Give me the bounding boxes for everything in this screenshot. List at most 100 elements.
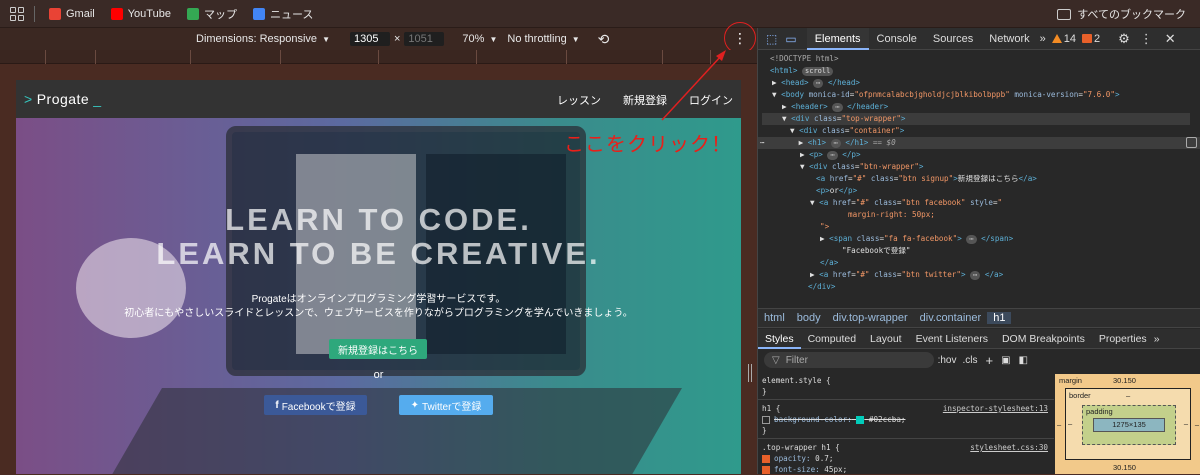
twitter-icon: ✦	[410, 399, 419, 411]
sidebar-toggle-icon[interactable]: ◧	[1019, 355, 1028, 366]
decl-checkbox[interactable]	[762, 455, 770, 463]
dom-header[interactable]: ▶ <header> ⋯ </header>	[782, 101, 888, 113]
crumb-html[interactable]: html	[758, 312, 791, 324]
dom-container[interactable]: ▼ <div class="container">	[790, 125, 904, 137]
filter-input[interactable]: ▽ Filter	[764, 352, 934, 368]
hov-toggle[interactable]: :hov	[938, 355, 957, 366]
color-swatch[interactable]	[856, 416, 865, 424]
border-right-value[interactable]: –	[1184, 419, 1188, 428]
tab-console[interactable]: Console	[869, 28, 925, 50]
border-left-value[interactable]: –	[1068, 419, 1072, 428]
kebab-menu-icon[interactable]: ⋮	[1140, 31, 1153, 47]
devtools-tabs: ⬚ ▭ Elements Console Sources Network » 1…	[758, 27, 1200, 50]
decl-checkbox[interactable]	[762, 416, 770, 424]
signup-button[interactable]: 新規登録はこちら	[329, 339, 427, 359]
dom-style-margin: margin-right: 50px;	[848, 210, 935, 219]
box-model: margin 30.150 – – border – – – padding 1…	[1055, 374, 1200, 474]
rule-h1-selector[interactable]: h1 {	[762, 404, 780, 413]
rule-tw-selector[interactable]: .top-wrapper h1 {	[762, 443, 840, 452]
dom-a-close: </a>	[820, 258, 839, 267]
dom-btn-wrapper[interactable]: ▼ <div class="btn-wrapper">	[800, 161, 923, 173]
paint-icon[interactable]: ▣	[1001, 355, 1010, 366]
crumb-body[interactable]: body	[791, 312, 827, 324]
tab-dom-breakpoints[interactable]: DOM Breakpoints	[995, 329, 1092, 349]
close-icon[interactable]: ✕	[1165, 31, 1176, 47]
more-tabs-icon[interactable]: »	[1154, 333, 1160, 345]
hero-section: LEARN TO CODE. LEARN TO BE CREATIVE. Pro…	[16, 118, 741, 474]
gear-icon[interactable]: ⚙	[1118, 31, 1130, 47]
rule-close: }	[762, 387, 767, 396]
rule-bg-decl[interactable]: background-color: #02ccba;	[762, 414, 905, 425]
messages-badge[interactable]: 2	[1081, 33, 1100, 45]
dom-a-signup[interactable]: <a href="#" class="btn signup">新規登録はこちら<…	[816, 173, 1037, 185]
dom-scroll-icon[interactable]	[1186, 137, 1197, 148]
dom-head[interactable]: ▶ <head> ⋯ </head>	[772, 77, 860, 89]
decl-value: #02ccba;	[868, 415, 906, 424]
dom-a-facebook[interactable]: ▼ <a href="#" class="btn facebook" style…	[810, 197, 1002, 209]
dom-a-twitter[interactable]: ▶ <a href="#" class="btn twitter"> ⋯ </a…	[810, 269, 1003, 281]
tab-network[interactable]: Network	[981, 28, 1037, 50]
dom-p[interactable]: ▶ <p> ⋯ </p>	[800, 149, 861, 161]
styles-filter-row: ▽ Filter :hov .cls + ▣ ◧	[758, 350, 1028, 370]
cls-toggle[interactable]: .cls	[963, 355, 978, 366]
dom-signup-text: 新規登録はこちら	[957, 174, 1019, 183]
viewport-resize-handle[interactable]	[748, 364, 752, 382]
margin-left-value[interactable]: –	[1057, 420, 1061, 429]
crumb-top-wrapper[interactable]: div.top-wrapper	[827, 312, 914, 324]
tab-layout[interactable]: Layout	[863, 329, 909, 349]
inspect-element-icon[interactable]: ⬚	[766, 32, 777, 46]
margin-label: margin	[1059, 376, 1082, 385]
border-top-value[interactable]: –	[1126, 391, 1130, 400]
decl-checkbox[interactable]	[762, 466, 770, 474]
crumb-h1[interactable]: h1	[987, 312, 1012, 324]
or-text: or	[373, 369, 384, 381]
decl-value: 45px;	[824, 465, 848, 474]
rule-divider	[758, 399, 1054, 400]
dom-html[interactable]: <html> scroll	[770, 65, 834, 77]
add-rule-icon[interactable]: +	[986, 353, 994, 368]
rule-tw-source[interactable]: stylesheet.css:30	[970, 442, 1048, 453]
facebook-button[interactable]: f Facebookで登録	[264, 395, 367, 415]
rule-opacity-decl[interactable]: opacity: 0.7;	[762, 453, 833, 464]
dom-top-wrapper[interactable]: ▼ <div class="top-wrapper">	[762, 113, 1190, 125]
margin-top-value[interactable]: 30.150	[1113, 376, 1136, 385]
rule-font-size-decl[interactable]: font-size: 45px;	[762, 464, 847, 475]
keyboard-image	[110, 388, 682, 474]
tab-sources[interactable]: Sources	[925, 28, 981, 50]
tab-properties[interactable]: Properties	[1092, 329, 1154, 349]
style-rules: element.style { } h1 { inspector-styleshe…	[758, 371, 1054, 474]
breadcrumb: html body div.top-wrapper div.container …	[758, 308, 1200, 328]
filter-icon: ▽	[772, 354, 780, 366]
tab-event-listeners[interactable]: Event Listeners	[909, 329, 995, 349]
decl-prop: background-color:	[774, 415, 852, 424]
tab-styles[interactable]: Styles	[758, 329, 801, 349]
dom-div-close: </div>	[808, 282, 836, 291]
hero-desc-line2: 初心者にもやさしいスライドとレッスンで、ウェブサービスを作りながらプログラミング…	[124, 308, 633, 319]
facebook-label: Facebookで登録	[281, 401, 356, 413]
crumb-container[interactable]: div.container	[914, 312, 988, 324]
margin-bottom-value[interactable]: 30.150	[1113, 463, 1136, 472]
box-border: border – – – padding 1275×135	[1065, 388, 1191, 460]
tab-elements[interactable]: Elements	[806, 27, 869, 50]
box-content[interactable]: 1275×135	[1093, 418, 1165, 432]
all-bookmarks-label: すべてのブックマーク	[1077, 9, 1186, 21]
dom-body[interactable]: ▼ <body monica-id="ofpnmcalabcbjgholdjcj…	[772, 89, 1120, 101]
tab-computed[interactable]: Computed	[801, 329, 863, 349]
dom-eq-ref: == $0	[872, 138, 896, 147]
all-bookmarks[interactable]: すべてのブックマーク	[1057, 6, 1186, 22]
margin-right-value[interactable]: –	[1195, 420, 1199, 429]
rule-close: }	[762, 426, 767, 435]
twitter-button[interactable]: ✦ Twitterで登録	[399, 395, 493, 415]
more-tabs-icon[interactable]: »	[1040, 33, 1046, 45]
device-toggle-icon[interactable]: ▭	[785, 32, 796, 46]
dom-p-or[interactable]: <p>or</p>	[816, 185, 857, 197]
rule-element-style[interactable]: element.style {	[762, 375, 831, 386]
rule-h1-source[interactable]: inspector-stylesheet:13	[943, 403, 1048, 414]
dom-span-fa[interactable]: ▶ <span class="fa fa-facebook"> ⋯ </span…	[820, 233, 1013, 245]
dom-tree: <!DOCTYPE html> <html> scroll ▶ <head> ⋯…	[758, 51, 1200, 334]
warnings-badge[interactable]: 14	[1051, 33, 1076, 45]
dom-h1-selected[interactable]: ⋯ ▶ <h1> ⋯ </h1> == $0	[758, 137, 1200, 149]
border-label: border	[1069, 391, 1091, 400]
box-padding: padding 1275×135	[1082, 405, 1176, 445]
hero-desc-line1: Progateはオンラインプログラミング学習サービスです。	[251, 294, 506, 305]
